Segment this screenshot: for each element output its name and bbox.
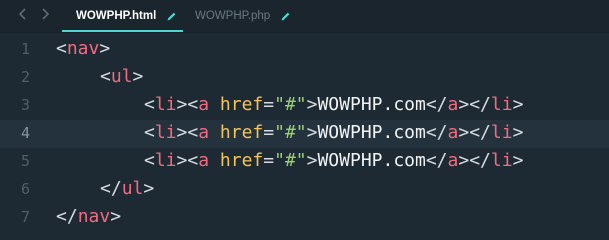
line-number: 2 <box>20 68 30 86</box>
tab-wowphp-html[interactable]: WOWPHP.html <box>62 0 183 32</box>
line-number: 3 <box>20 96 30 114</box>
pencil-icon <box>166 11 177 22</box>
nav-tag: nav <box>66 38 100 59</box>
code-line: <li><a href="#">WOWPHP.com</a></li> <box>144 94 524 115</box>
line-number: 5 <box>20 152 30 170</box>
code-area[interactable]: <nav> <ul> <li><a href="#">WOWPHP.com</a… <box>56 33 609 234</box>
code-line: </nav> <box>56 206 122 227</box>
pencil-icon <box>280 11 291 22</box>
code-editor: WOWPHP.html WOWPHP.php 1 2 3 4 5 6 7 <na… <box>0 0 609 234</box>
tab-wowphp-php[interactable]: WOWPHP.php <box>183 0 293 32</box>
line-number: 7 <box>20 208 30 226</box>
ul-tag: ul <box>110 66 133 87</box>
line-number: 1 <box>20 40 30 58</box>
line-number: 6 <box>20 180 30 198</box>
code-line: <li><a href="#">WOWPHP.com</a></li> <box>144 150 524 171</box>
active-tab-indicator <box>62 30 183 32</box>
code-line: </ul> <box>100 178 155 199</box>
line-number-current: 4 <box>20 124 30 142</box>
chevron-left-icon[interactable] <box>16 7 30 23</box>
tab-label: WOWPHP.html <box>76 10 157 22</box>
code-line: <li><a href="#">WOWPHP.com</a></li> <box>144 122 524 143</box>
tab-label: WOWPHP.php <box>195 10 271 22</box>
line-number-gutter: 1 2 3 4 5 6 7 <box>0 33 48 234</box>
code-line: <nav> <box>56 38 111 59</box>
chevron-right-icon[interactable] <box>38 7 52 23</box>
code-line: <ul> <box>100 66 144 87</box>
tab-bar: WOWPHP.html WOWPHP.php <box>0 0 609 33</box>
